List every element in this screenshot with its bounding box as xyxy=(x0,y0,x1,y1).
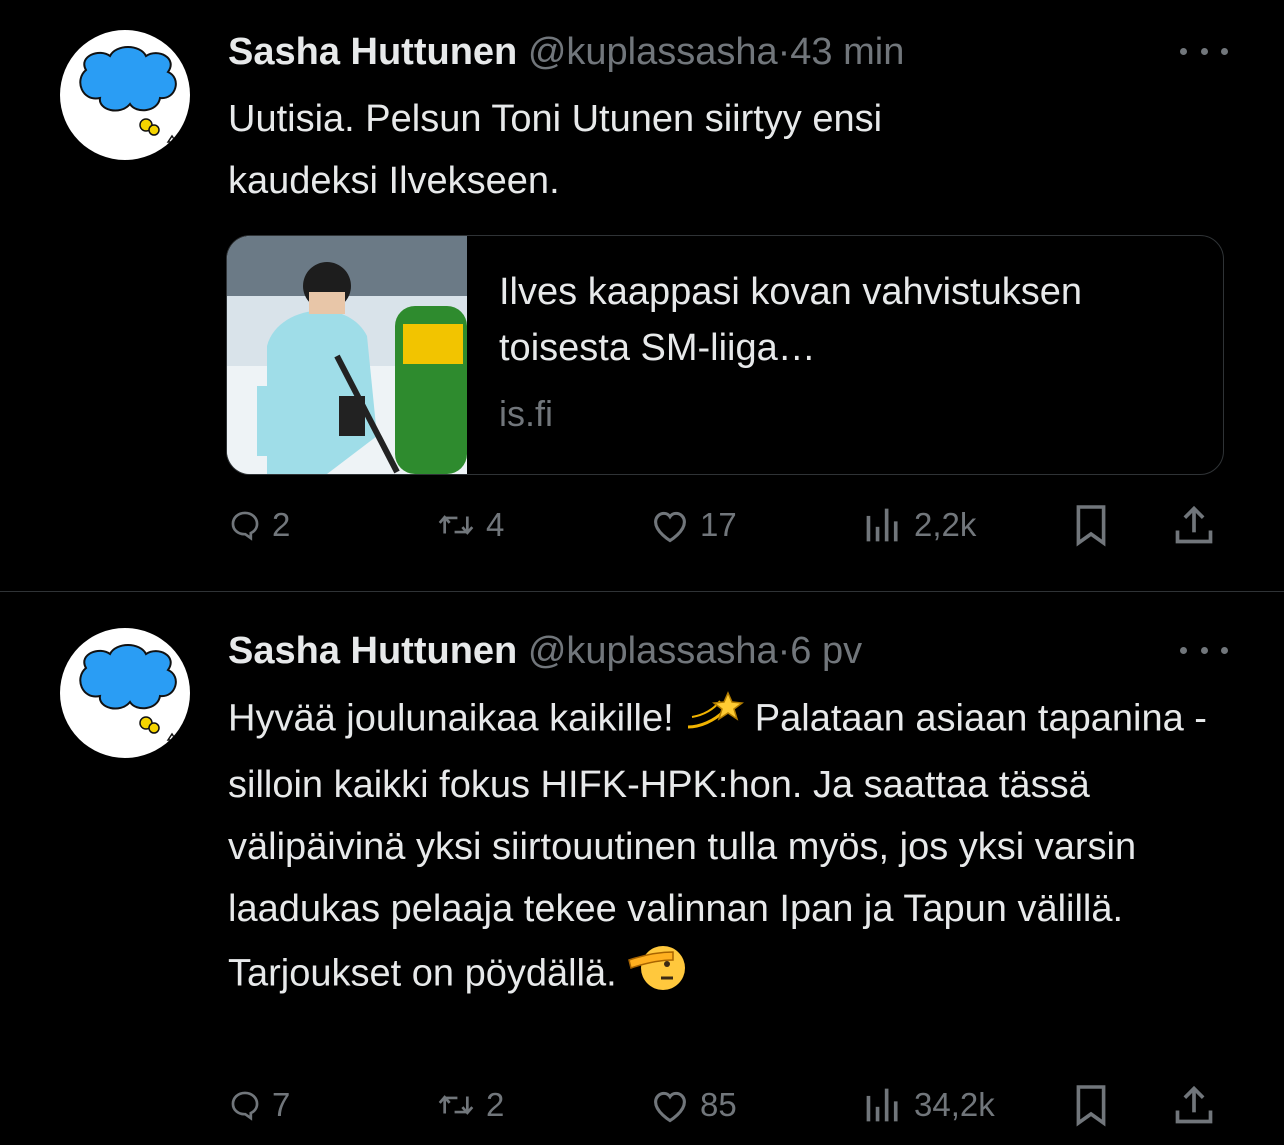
more-options-button[interactable] xyxy=(1180,36,1228,66)
dot-icon xyxy=(1221,47,1228,55)
reply-icon xyxy=(231,511,259,541)
bookmark-button[interactable] xyxy=(1073,495,1109,555)
reply-count: 7 xyxy=(272,1086,291,1123)
reply-button[interactable]: 2 xyxy=(228,495,290,555)
timestamp[interactable]: 43 min xyxy=(790,31,904,73)
card-domain: is.fi xyxy=(499,393,553,434)
repost-count: 4 xyxy=(486,506,505,543)
tweet-header: Sasha Huttunen @kuplassasha·6 pv xyxy=(228,627,862,675)
views-count: 34,2k xyxy=(914,1086,995,1123)
reply-count: 2 xyxy=(272,506,291,543)
share-icon xyxy=(1175,1085,1213,1124)
share-button[interactable] xyxy=(1172,495,1216,555)
share-icon xyxy=(1175,505,1213,544)
repost-button[interactable]: 2 xyxy=(436,1075,504,1135)
avatar[interactable] xyxy=(60,628,190,758)
dot-icon xyxy=(1221,646,1228,654)
reply-button[interactable]: 7 xyxy=(228,1075,290,1135)
like-button[interactable]: 85 xyxy=(650,1075,737,1135)
heart-icon xyxy=(654,511,686,543)
tweet-text: Uutisia. Pelsun Toni Utunen siirtyy ensi… xyxy=(228,98,883,202)
dot-icon xyxy=(1200,47,1208,55)
divider xyxy=(0,591,1284,592)
repost-icon xyxy=(438,1095,474,1115)
bookmark-icon xyxy=(1076,505,1106,547)
like-count: 85 xyxy=(700,1086,737,1123)
bookmark-icon xyxy=(1076,1085,1106,1127)
views-count: 2,2k xyxy=(914,506,977,543)
action-bar: 2 4 17 2,2k xyxy=(228,495,1228,555)
tweet[interactable]: Sasha Huttunen @kuplassasha·43 min Uutis… xyxy=(0,0,1284,592)
tweet-text-part: Hyvää joulunaikaa kaikille! xyxy=(228,697,685,740)
action-bar: 7 2 85 34,2k xyxy=(228,1075,1228,1135)
tweet-header: Sasha Huttunen @kuplassasha·43 min xyxy=(228,28,904,76)
repost-count: 2 xyxy=(486,1086,505,1123)
separator-dot: · xyxy=(777,31,791,73)
author-name[interactable]: Sasha Huttunen xyxy=(228,630,517,672)
dizzy-emoji-icon xyxy=(684,687,745,754)
bookmark-button[interactable] xyxy=(1073,1075,1109,1135)
heart-icon xyxy=(654,1091,686,1123)
author-name[interactable]: Sasha Huttunen xyxy=(228,31,517,73)
more-options-button[interactable] xyxy=(1180,635,1228,665)
views-button[interactable]: 2,2k xyxy=(862,495,976,555)
like-button[interactable]: 17 xyxy=(650,495,737,555)
author-handle[interactable]: @kuplassasha xyxy=(528,31,778,73)
cloud-avatar-icon xyxy=(79,644,178,741)
author-handle[interactable]: @kuplassasha xyxy=(528,630,778,672)
reply-icon xyxy=(231,1091,259,1121)
dot-icon xyxy=(1180,646,1187,654)
views-icon xyxy=(866,1088,898,1122)
tweet-text: Hyvää joulunaikaa kaikille! Palataan asi… xyxy=(228,687,1228,1011)
link-card[interactable]: Ilves kaappasi kovan vahvistuksen toises… xyxy=(226,235,1224,475)
repost-button[interactable]: 4 xyxy=(436,495,504,555)
views-icon xyxy=(866,508,898,542)
repost-icon xyxy=(438,515,474,535)
share-button[interactable] xyxy=(1172,1075,1216,1135)
avatar[interactable] xyxy=(60,30,190,160)
card-thumbnail-image xyxy=(227,236,467,474)
card-title: Ilves kaappasi kovan vahvistuksen toises… xyxy=(499,271,1082,369)
saluting-face-emoji-icon xyxy=(627,940,687,1011)
tweet[interactable]: Sasha Huttunen @kuplassasha·6 pv Hyvää j… xyxy=(0,593,1284,1145)
views-button[interactable]: 34,2k xyxy=(862,1075,995,1135)
cloud-avatar-icon xyxy=(79,46,178,143)
timestamp[interactable]: 6 pv xyxy=(790,630,862,672)
separator-dot: · xyxy=(777,630,791,672)
like-count: 17 xyxy=(700,506,737,543)
dot-icon xyxy=(1200,646,1208,654)
dot-icon xyxy=(1180,47,1187,55)
